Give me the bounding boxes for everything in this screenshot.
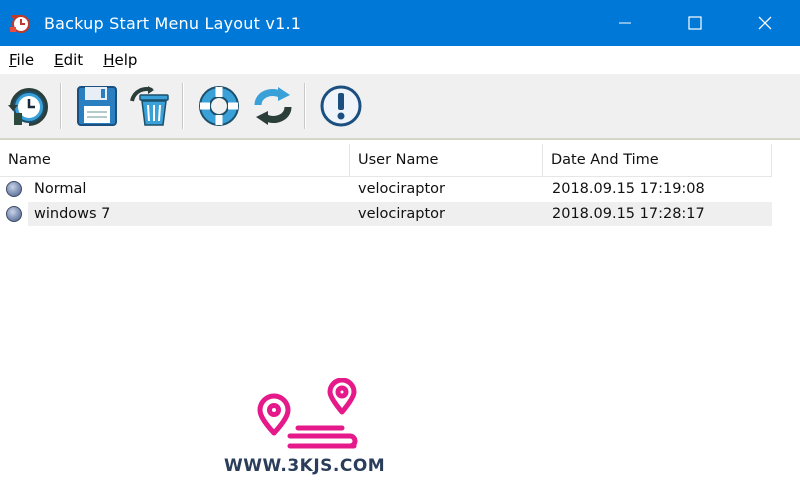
watermark-logo-icon	[257, 377, 358, 449]
menu-edit[interactable]: Edit	[44, 51, 93, 69]
window-title: Backup Start Menu Layout v1.1	[44, 13, 302, 33]
title-bar: Backup Start Menu Layout v1.1	[0, 0, 800, 46]
table-row[interactable]: windows 7 velociraptor 2018.09.15 17:28:…	[0, 202, 772, 226]
save-icon	[77, 86, 117, 126]
lifebuoy-icon	[199, 86, 239, 126]
toolbar-separator	[60, 83, 62, 129]
row-name: windows 7	[34, 206, 111, 222]
backup-clock-icon	[8, 88, 48, 126]
menu-bar: File Edit Help	[0, 46, 800, 74]
list-header: Name User Name Date And Time	[0, 144, 772, 177]
save-button[interactable]	[72, 81, 122, 131]
row-user: velociraptor	[358, 206, 445, 222]
delete-button[interactable]	[126, 81, 176, 131]
minimize-icon	[619, 22, 631, 24]
maximize-icon	[688, 16, 702, 30]
maximize-button[interactable]	[660, 0, 730, 46]
minimize-button[interactable]	[590, 0, 660, 46]
close-icon	[758, 16, 772, 30]
table-row[interactable]: Normal velociraptor 2018.09.15 17:19:08	[0, 177, 772, 201]
close-button[interactable]	[730, 0, 800, 46]
row-datetime: 2018.09.15 17:19:08	[552, 181, 705, 197]
layout-icon	[6, 206, 22, 222]
watermark-text: WWW.3KJS.COM	[224, 456, 386, 476]
refresh-icon	[254, 87, 292, 125]
row-datetime: 2018.09.15 17:28:17	[552, 206, 705, 222]
restore-button[interactable]	[194, 81, 244, 131]
toolbar-separator	[304, 83, 306, 129]
watermark: WWW.3KJS.COM	[224, 377, 394, 478]
column-header-name[interactable]: Name	[0, 144, 350, 176]
backup-list[interactable]: Name User Name Date And Time Normal velo…	[0, 140, 800, 492]
menu-help[interactable]: Help	[93, 51, 147, 69]
row-name: Normal	[34, 181, 87, 197]
layout-icon	[6, 181, 22, 197]
backup-button[interactable]	[4, 81, 54, 131]
recycle-bin-icon	[130, 86, 169, 126]
row-user: velociraptor	[358, 181, 445, 197]
refresh-button[interactable]	[248, 81, 298, 131]
menu-file[interactable]: File	[0, 51, 44, 69]
toolbar-separator	[182, 83, 184, 129]
column-header-date[interactable]: Date And Time	[543, 144, 772, 176]
app-icon[interactable]	[6, 9, 34, 37]
column-header-user[interactable]: User Name	[350, 144, 543, 176]
info-icon	[320, 85, 362, 127]
toolbar	[0, 74, 800, 140]
about-button[interactable]	[316, 81, 366, 131]
